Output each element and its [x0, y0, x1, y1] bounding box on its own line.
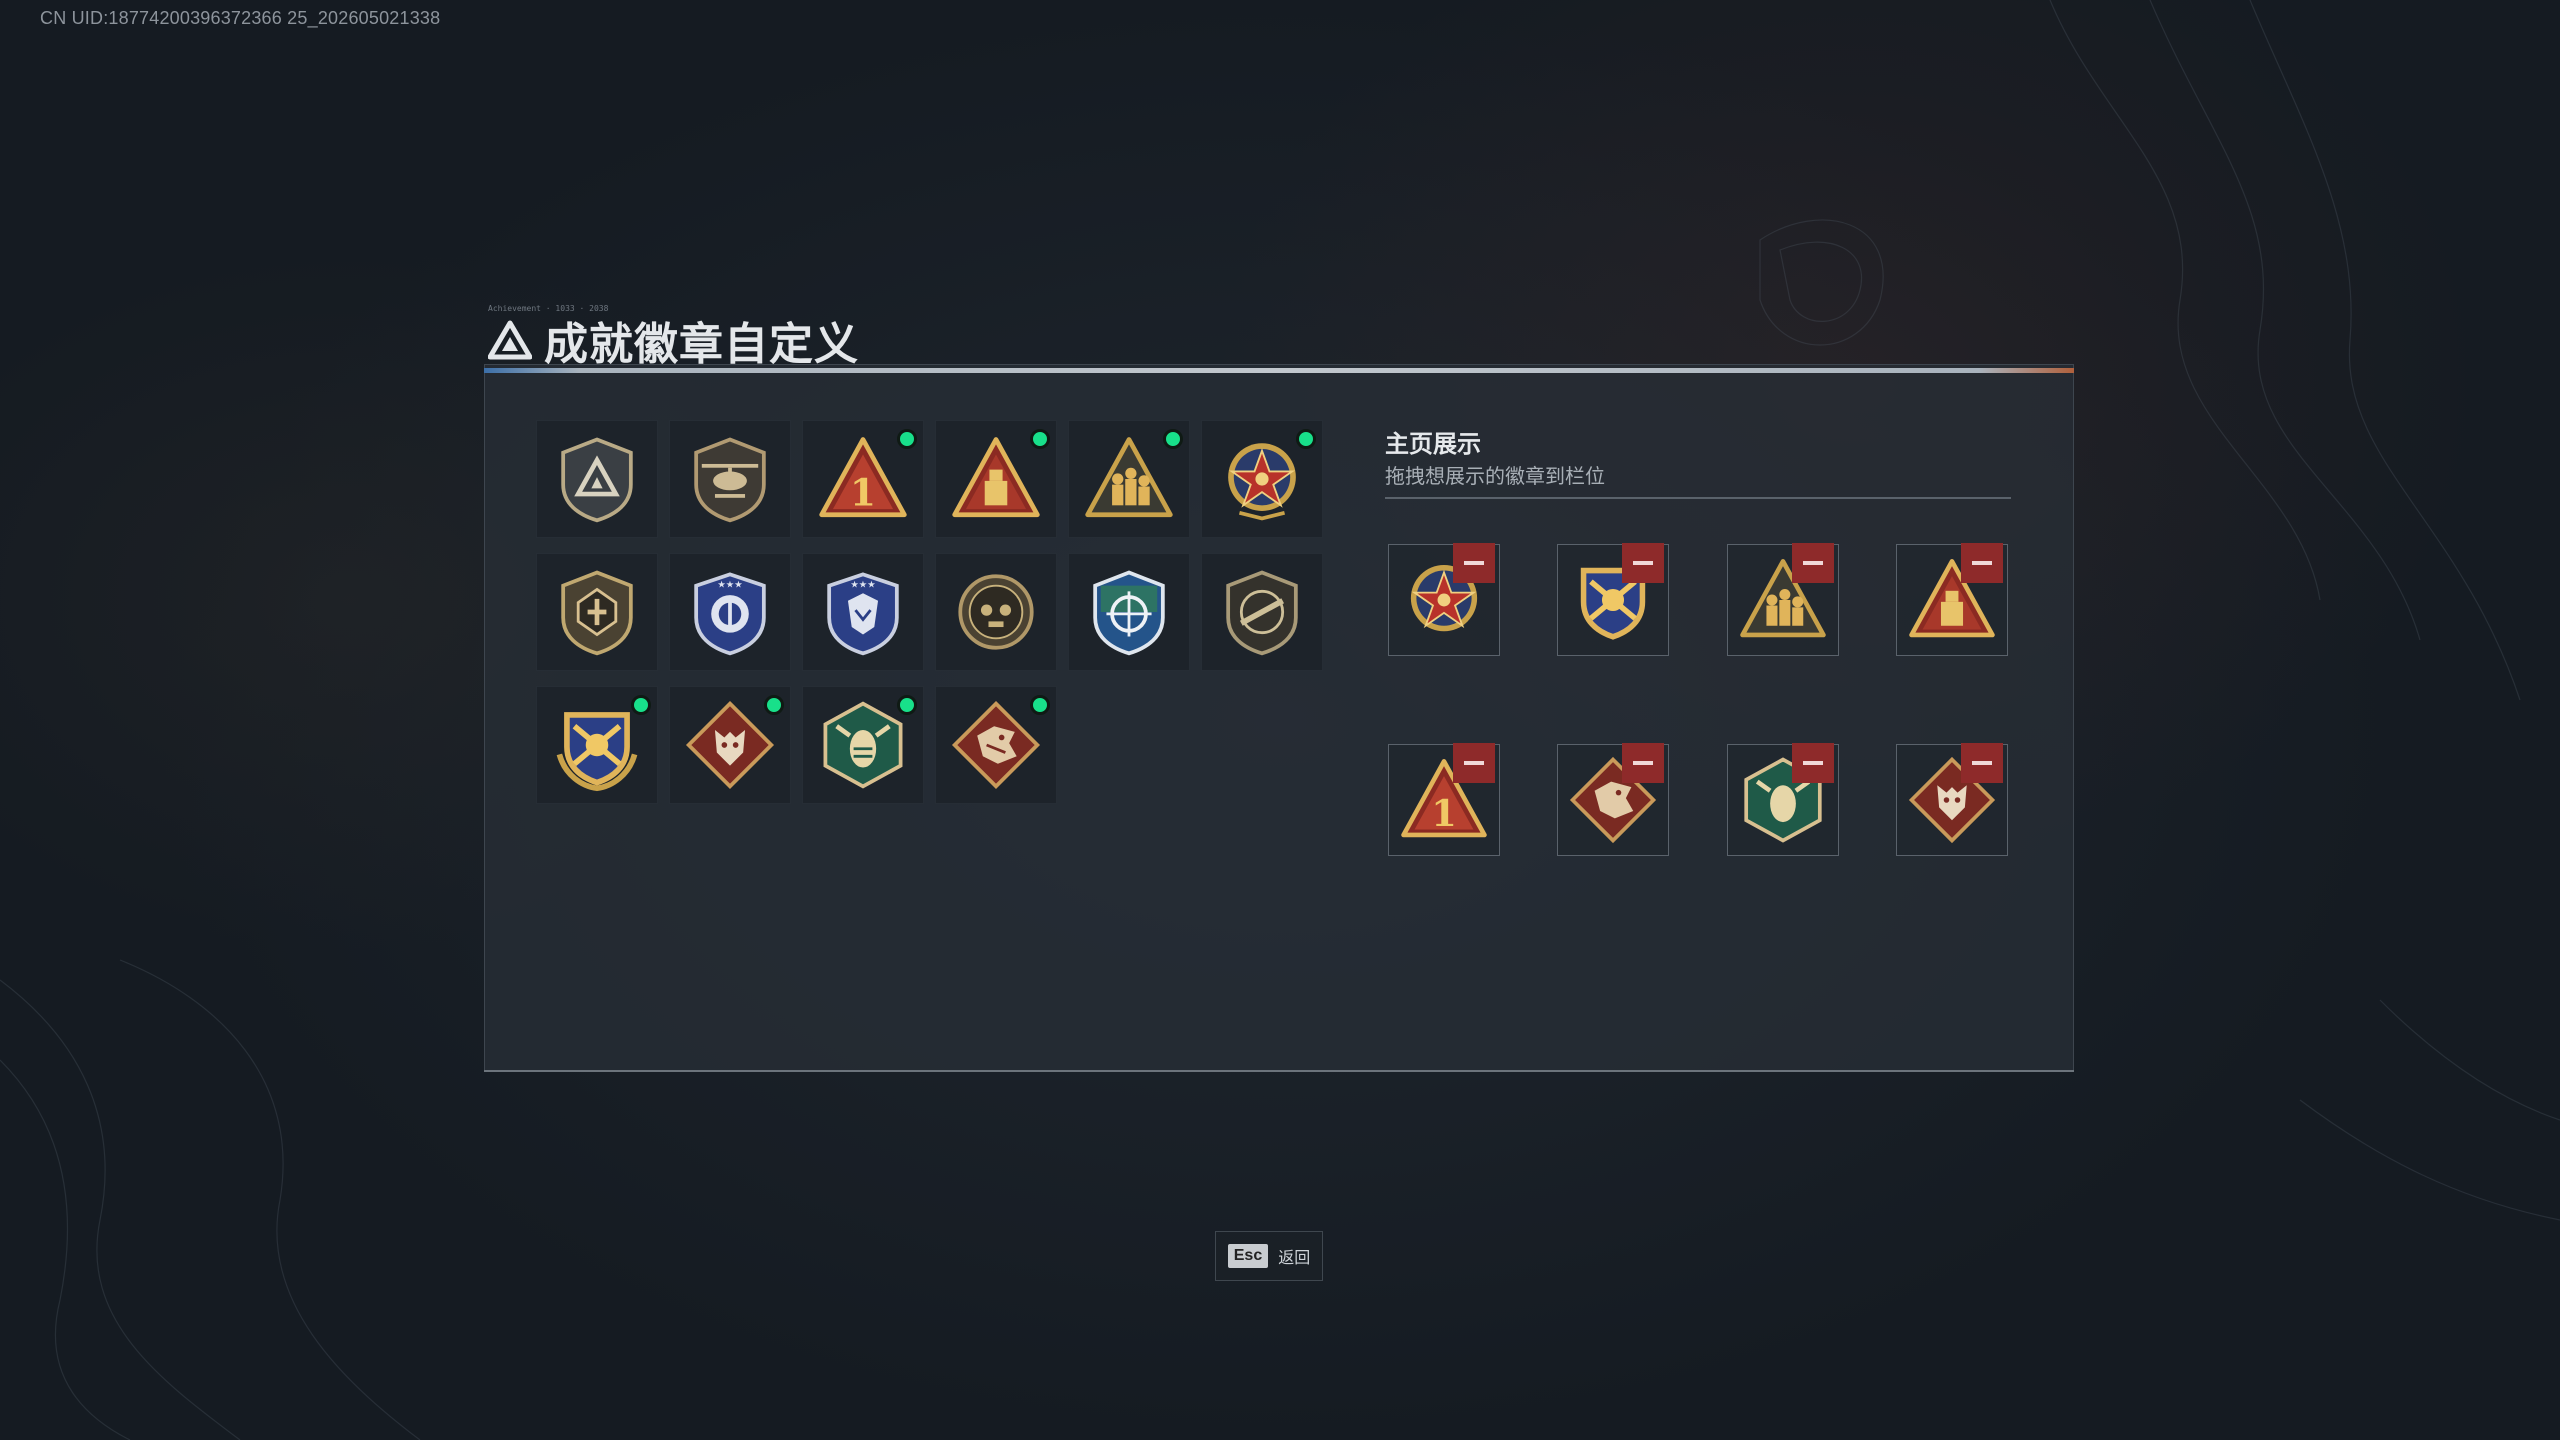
badge-cell[interactable]	[1068, 553, 1190, 671]
new-indicator-dot	[764, 695, 784, 715]
new-indicator-dot	[631, 695, 651, 715]
back-label: 返回	[1278, 1250, 1311, 1267]
gold-crest-crossed-rifles-icon	[556, 712, 638, 792]
showcase-subtitle: 拖拽想展示的徽章到栏位	[1385, 466, 1605, 488]
shield-delta-icon	[561, 437, 633, 523]
new-indicator-dot	[1163, 429, 1183, 449]
badge-cell[interactable]	[536, 686, 658, 804]
badge-cell[interactable]	[935, 686, 1057, 804]
showcase-slot[interactable]	[1557, 543, 1669, 656]
badge-cell[interactable]	[1068, 420, 1190, 538]
badge-cell[interactable]	[935, 553, 1057, 671]
new-indicator-dot	[1296, 429, 1316, 449]
showcase-slot[interactable]	[1727, 743, 1839, 856]
blue-shield-wolf-icon: ★★★	[827, 572, 899, 656]
title-micro-text: Achievement · 1033 · 2038	[488, 304, 609, 313]
badge-cell[interactable]	[536, 553, 658, 671]
blue-shield-shark-icon: ★★★	[694, 572, 766, 656]
remove-badge-button[interactable]	[1792, 543, 1834, 583]
green-shield-crosshair-icon	[1093, 570, 1165, 656]
new-indicator-dot	[897, 429, 917, 449]
hex-green-hornet-icon	[823, 701, 903, 789]
remove-badge-button[interactable]	[1453, 743, 1495, 783]
badge-cell[interactable]	[669, 686, 791, 804]
triangle-vault-icon	[952, 437, 1040, 518]
esc-key-hint: Esc	[1227, 1244, 1269, 1268]
showcase-slot[interactable]	[1388, 543, 1500, 656]
badge-cell[interactable]	[935, 420, 1057, 538]
showcase-slot[interactable]: 1	[1388, 743, 1500, 856]
page-title: 成就徽章自定义	[544, 320, 859, 369]
new-indicator-dot	[1030, 695, 1050, 715]
remove-badge-button[interactable]	[1622, 543, 1664, 583]
remove-badge-button[interactable]	[1961, 743, 2003, 783]
delta-logo-icon	[488, 320, 532, 360]
remove-badge-button[interactable]	[1961, 543, 2003, 583]
showcase-slot[interactable]	[1896, 543, 2008, 656]
shield-rifle-icon	[1226, 570, 1298, 656]
badge-cell[interactable]: ★★★	[669, 553, 791, 671]
panel-top-accent	[484, 368, 2074, 373]
diamond-dragon-icon	[951, 700, 1041, 790]
triangle-soldiers-icon	[1085, 437, 1173, 518]
diamond-wolf-icon	[685, 700, 775, 790]
remove-badge-button[interactable]	[1792, 743, 1834, 783]
remove-badge-button[interactable]	[1453, 543, 1495, 583]
badge-cell[interactable]	[669, 420, 791, 538]
badge-cell[interactable]	[536, 420, 658, 538]
svg-text:1: 1	[1431, 791, 1457, 835]
new-indicator-dot	[897, 695, 917, 715]
new-indicator-dot	[1030, 429, 1050, 449]
showcase-slot[interactable]	[1896, 743, 2008, 856]
showcase-divider	[1385, 497, 2011, 499]
svg-text:★★★: ★★★	[850, 579, 875, 590]
svg-text:★★★: ★★★	[717, 579, 742, 590]
uid-watermark: CN UID:18774200396372366 25_202605021338	[40, 8, 441, 28]
showcase-slot[interactable]	[1557, 743, 1669, 856]
badge-cell[interactable]	[1201, 420, 1323, 538]
badge-cell[interactable]	[802, 686, 924, 804]
showcase-title: 主页展示	[1385, 431, 1481, 458]
panel-bottom-line	[484, 1070, 2074, 1072]
badge-cell[interactable]: 1	[802, 420, 924, 538]
remove-badge-button[interactable]	[1622, 743, 1664, 783]
helicopter-shield-icon	[694, 437, 766, 523]
back-button[interactable]: Esc 返回	[1215, 1231, 1323, 1281]
badge-cell[interactable]	[1201, 553, 1323, 671]
svg-text:1: 1	[850, 470, 876, 514]
triangle-number-one-icon: 1	[819, 437, 907, 518]
page-header: Achievement · 1033 · 2038 成就徽章自定义	[488, 304, 859, 372]
star-medal-icon	[1228, 443, 1296, 521]
round-skull-icon	[958, 574, 1034, 650]
badge-cell[interactable]: ★★★	[802, 553, 924, 671]
showcase-slot[interactable]	[1727, 543, 1839, 656]
shield-wrench-icon	[561, 570, 633, 656]
